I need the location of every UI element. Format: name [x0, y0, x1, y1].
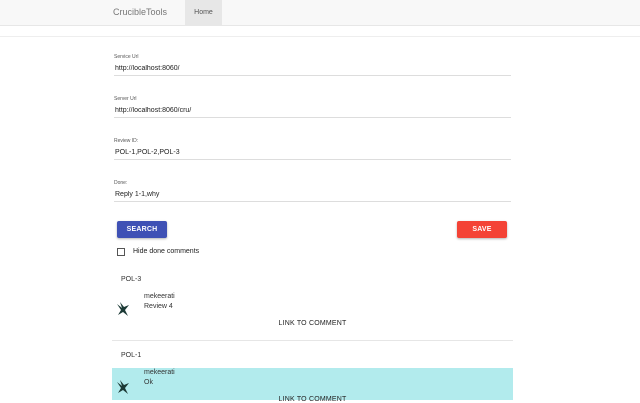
done-input[interactable]: [114, 188, 511, 202]
divider: [0, 36, 640, 37]
done-label: Done:: [114, 180, 128, 186]
done-group: Done:: [114, 180, 511, 202]
review-id-heading: POL-3: [121, 276, 142, 283]
server-url-label: Server Url: [114, 96, 137, 102]
review-id-group: Review ID:: [114, 138, 511, 160]
comment-text: Ok: [144, 379, 153, 386]
comment-author: mekeerati: [144, 369, 175, 376]
tab-home[interactable]: Home: [185, 0, 222, 25]
comment-card-highlighted: mekeerati Ok LINK TO COMMENT: [112, 368, 513, 403]
server-url-group: Server Url: [114, 96, 511, 118]
server-url-input[interactable]: [114, 104, 511, 118]
comment-card: mekeerati Review 4 LINK TO COMMENT: [112, 290, 513, 336]
review-id-label: Review ID:: [114, 138, 139, 144]
save-button[interactable]: SAVE: [457, 221, 507, 238]
hide-done-checkbox[interactable]: [117, 248, 125, 256]
review-id-heading: POL-1: [121, 352, 142, 359]
review-id-input[interactable]: [114, 146, 511, 160]
comment-author: mekeerati: [144, 293, 175, 300]
comment-text: Review 4: [144, 303, 173, 310]
hide-done-label: Hide done comments: [133, 248, 200, 255]
review-group-pol-1: POL-1 mekeerati Ok LINK TO COMMENT: [112, 344, 513, 403]
bird-avatar-icon: [115, 301, 131, 317]
service-url-input[interactable]: [114, 62, 511, 76]
separator: [112, 340, 513, 341]
navbar: CrucibleTools Home: [0, 0, 640, 26]
brand-title[interactable]: CrucibleTools: [113, 7, 167, 17]
service-url-group: Service Url: [114, 54, 511, 76]
review-group-pol-3: POL-3 mekeerati Review 4 LINK TO COMMENT: [112, 270, 513, 344]
link-to-comment[interactable]: LINK TO COMMENT: [112, 320, 513, 327]
service-url-label: Service Url: [114, 54, 139, 60]
search-button[interactable]: SEARCH: [117, 221, 167, 238]
bird-avatar-icon: [115, 379, 131, 395]
